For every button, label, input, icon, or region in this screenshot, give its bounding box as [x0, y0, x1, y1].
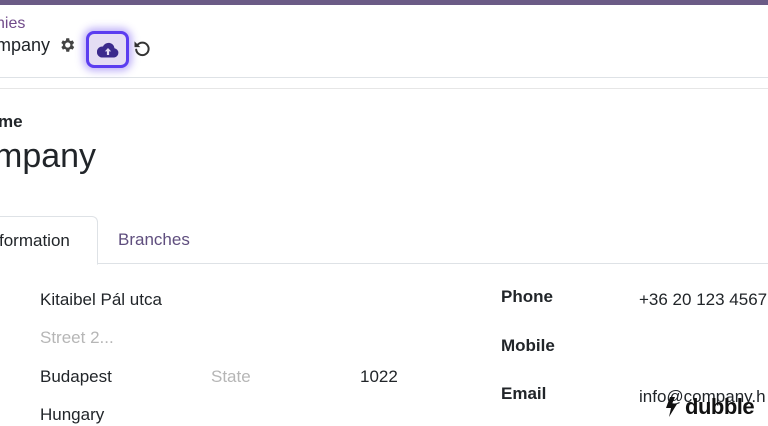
notebook-tabs: formation Branches: [0, 216, 768, 265]
save-button[interactable]: [86, 31, 129, 68]
control-panel: nies mpany: [0, 5, 768, 78]
tab-label: formation: [0, 231, 70, 250]
country-field[interactable]: Hungary: [40, 405, 104, 425]
undo-icon: [134, 41, 150, 57]
dubble-logo-icon: [666, 397, 677, 417]
discard-button[interactable]: [132, 38, 152, 58]
tab-branches[interactable]: Branches: [118, 230, 190, 250]
street2-field[interactable]: Street 2...: [40, 328, 114, 348]
watermark-text: dubble: [685, 394, 755, 419]
tab-general-information[interactable]: formation: [0, 216, 98, 265]
phone-field[interactable]: +36 20 123 4567: [639, 290, 767, 310]
zip-field[interactable]: 1022: [360, 367, 398, 387]
dubble-watermark: dubble: [662, 392, 755, 422]
breadcrumb-parent-link[interactable]: nies: [0, 15, 25, 33]
mobile-label: Mobile: [501, 336, 555, 355]
street-field[interactable]: Kitaibel Pál utca: [40, 290, 162, 310]
company-name-field[interactable]: mpany: [0, 137, 96, 176]
gear-icon[interactable]: [58, 36, 76, 54]
sheet-separator: [0, 88, 768, 89]
email-label: Email: [501, 384, 547, 403]
cloud-upload-icon: [97, 42, 119, 58]
breadcrumb-current: mpany: [0, 35, 51, 55]
state-field[interactable]: State: [211, 367, 251, 387]
company-name-label: me: [0, 112, 23, 131]
city-field[interactable]: Budapest: [40, 367, 112, 387]
phone-label: Phone: [501, 287, 553, 306]
